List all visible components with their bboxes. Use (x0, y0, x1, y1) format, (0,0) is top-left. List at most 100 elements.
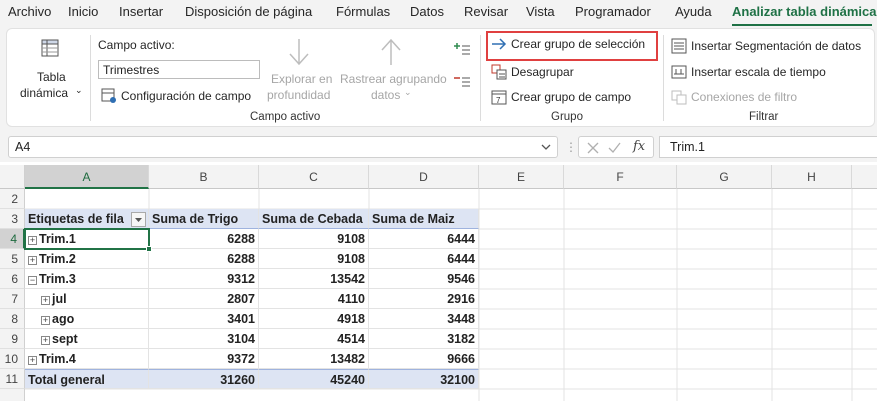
tab-analizar-tabla-dinamica[interactable]: Analizar tabla dinámica (732, 4, 877, 19)
table-row-label[interactable]: − Trim.3 (25, 269, 149, 289)
crear-grupo-campo-label: Crear grupo de campo (511, 90, 632, 104)
tab-insertar[interactable]: Insertar (119, 4, 163, 19)
table-row-label[interactable]: + sept (25, 329, 149, 349)
collapse-icon[interactable]: − (28, 276, 37, 285)
table-cell-trigo[interactable]: 9312 (149, 269, 259, 289)
table-cell-trigo[interactable]: 6288 (149, 229, 259, 249)
table-cell-maiz[interactable]: 3448 (369, 309, 479, 329)
campo-activo-label: Campo activo: (98, 38, 175, 52)
table-cell-trigo[interactable]: 3104 (149, 329, 259, 349)
tab-inicio[interactable]: Inicio (68, 4, 98, 19)
row-label: Trim.3 (39, 272, 76, 286)
name-box-value: A4 (15, 140, 31, 154)
row-label: sept (52, 332, 78, 346)
calendar-icon: 7 (491, 90, 507, 105)
expand-icon[interactable]: + (28, 256, 37, 265)
crear-grupo-seleccion-button[interactable]: Crear grupo de selección (491, 37, 645, 51)
table-cell-cebada[interactable]: 13482 (259, 349, 369, 369)
expand-icon[interactable]: + (28, 356, 37, 365)
tab-archivo[interactable]: Archivo (8, 4, 51, 19)
insertar-segmentacion-button[interactable]: Insertar Segmentación de datos (671, 38, 861, 54)
crear-grupo-seleccion-label: Crear grupo de selección (511, 37, 646, 51)
tabla-dinamica-label-1: Tabla (37, 70, 66, 84)
desagrupar-label: Desagrupar (511, 65, 574, 79)
crear-grupo-campo-button[interactable]: 7 Crear grupo de campo (491, 89, 631, 105)
tab-datos[interactable]: Datos (410, 4, 444, 19)
filter-dropdown-button[interactable] (131, 212, 146, 227)
table-cell-trigo[interactable]: 6288 (149, 249, 259, 269)
table-row-label[interactable]: + jul (25, 289, 149, 309)
row-label: Trim.2 (39, 252, 76, 266)
slicer-icon (671, 38, 687, 54)
configuracion-campo-button[interactable]: Configuración de campo (101, 88, 251, 104)
expand-icon[interactable]: + (41, 296, 50, 305)
pivot-header-etiquetas-label: Etiquetas de fila (28, 212, 124, 226)
table-cell-cebada[interactable]: 4110 (259, 289, 369, 309)
total-cell-trigo[interactable]: 31260 (149, 369, 259, 389)
ribbon-separator (480, 35, 481, 121)
table-cell-cebada[interactable]: 13542 (259, 269, 369, 289)
desagrupar-button[interactable]: Desagrupar (491, 64, 574, 80)
table-row-label[interactable]: + ago (25, 309, 149, 329)
table-cell-maiz[interactable]: 9666 (369, 349, 479, 369)
chevron-down-icon: ⌄ (404, 87, 412, 97)
campo-activo-input[interactable]: Trimestres (98, 60, 260, 79)
table-cell-cebada[interactable]: 9108 (259, 229, 369, 249)
ribbon: Tabla dinámica ⌄ Campo activo: Trimestre… (6, 28, 875, 127)
active-cell-selection (24, 228, 150, 250)
table-cell-maiz[interactable]: 2916 (369, 289, 479, 309)
enter-icon[interactable] (608, 142, 621, 154)
table-cell-trigo[interactable]: 2807 (149, 289, 259, 309)
table-cell-trigo[interactable]: 3401 (149, 309, 259, 329)
table-cell-cebada[interactable]: 4514 (259, 329, 369, 349)
pivot-header-trigo[interactable]: Suma de Trigo (149, 209, 259, 229)
field-settings-icon (101, 88, 116, 103)
ribbon-separator (90, 35, 91, 121)
total-cell-maiz[interactable]: 32100 (369, 369, 479, 389)
tab-formulas[interactable]: Fórmulas (336, 4, 390, 19)
group-title-filtrar: Filtrar (749, 111, 779, 123)
formula-input[interactable]: Trim.1 (659, 136, 877, 158)
chevron-down-icon[interactable] (541, 143, 551, 151)
expand-icon[interactable]: + (41, 316, 50, 325)
conexiones-filtro-button[interactable]: Conexiones de filtro (671, 89, 797, 105)
arrow-down-icon (289, 39, 309, 66)
tab-ayuda[interactable]: Ayuda (675, 4, 712, 19)
insertar-escala-tiempo-label: Insertar escala de tiempo (691, 65, 826, 79)
arrow-right-icon (492, 38, 507, 50)
table-row-label[interactable]: + Trim.2 (25, 249, 149, 269)
collapse-field-icon[interactable] (453, 75, 471, 89)
total-row-label[interactable]: Total general (25, 369, 149, 389)
total-cell-cebada[interactable]: 45240 (259, 369, 369, 389)
fill-handle[interactable] (146, 246, 152, 252)
name-box[interactable]: A4 (8, 136, 558, 158)
table-cell-trigo[interactable]: 9372 (149, 349, 259, 369)
tab-programador[interactable]: Programador (575, 4, 651, 19)
expand-icon[interactable]: + (41, 336, 50, 345)
insertar-escala-tiempo-button[interactable]: Insertar escala de tiempo (671, 64, 826, 80)
insertar-segmentacion-label: Insertar Segmentación de datos (691, 39, 862, 53)
row-label: Trim.4 (39, 352, 76, 366)
table-cell-maiz[interactable]: 6444 (369, 249, 479, 269)
tab-disposicion[interactable]: Disposición de página (185, 4, 312, 19)
table-cell-maiz[interactable]: 6444 (369, 229, 479, 249)
tab-vista[interactable]: Vista (526, 4, 555, 19)
table-cell-cebada[interactable]: 4918 (259, 309, 369, 329)
resize-dots-icon[interactable]: ⋮ (565, 140, 577, 154)
row-header-12[interactable] (0, 389, 25, 401)
worksheet-grid: A B C D E F G H 2 3 4 5 6 7 8 9 10 11 Et… (0, 165, 877, 401)
tab-revisar[interactable]: Revisar (464, 4, 508, 19)
explorar-label-2: profundidad (267, 88, 331, 102)
formula-bar: A4 ⋮ fx Trim.1 (0, 130, 877, 162)
table-cell-maiz[interactable]: 3182 (369, 329, 479, 349)
table-row-label[interactable]: + Trim.4 (25, 349, 149, 369)
cancel-icon[interactable] (587, 142, 599, 154)
pivot-header-cebada[interactable]: Suma de Cebada (259, 209, 369, 229)
chevron-down-icon (135, 218, 142, 222)
rastrear-label-1: Rastrear agrupando (340, 72, 447, 86)
pivot-header-maiz[interactable]: Suma de Maiz (369, 209, 479, 229)
expand-field-icon[interactable] (453, 43, 471, 57)
function-icon[interactable]: fx (633, 139, 645, 154)
table-cell-maiz[interactable]: 9546 (369, 269, 479, 289)
table-cell-cebada[interactable]: 9108 (259, 249, 369, 269)
